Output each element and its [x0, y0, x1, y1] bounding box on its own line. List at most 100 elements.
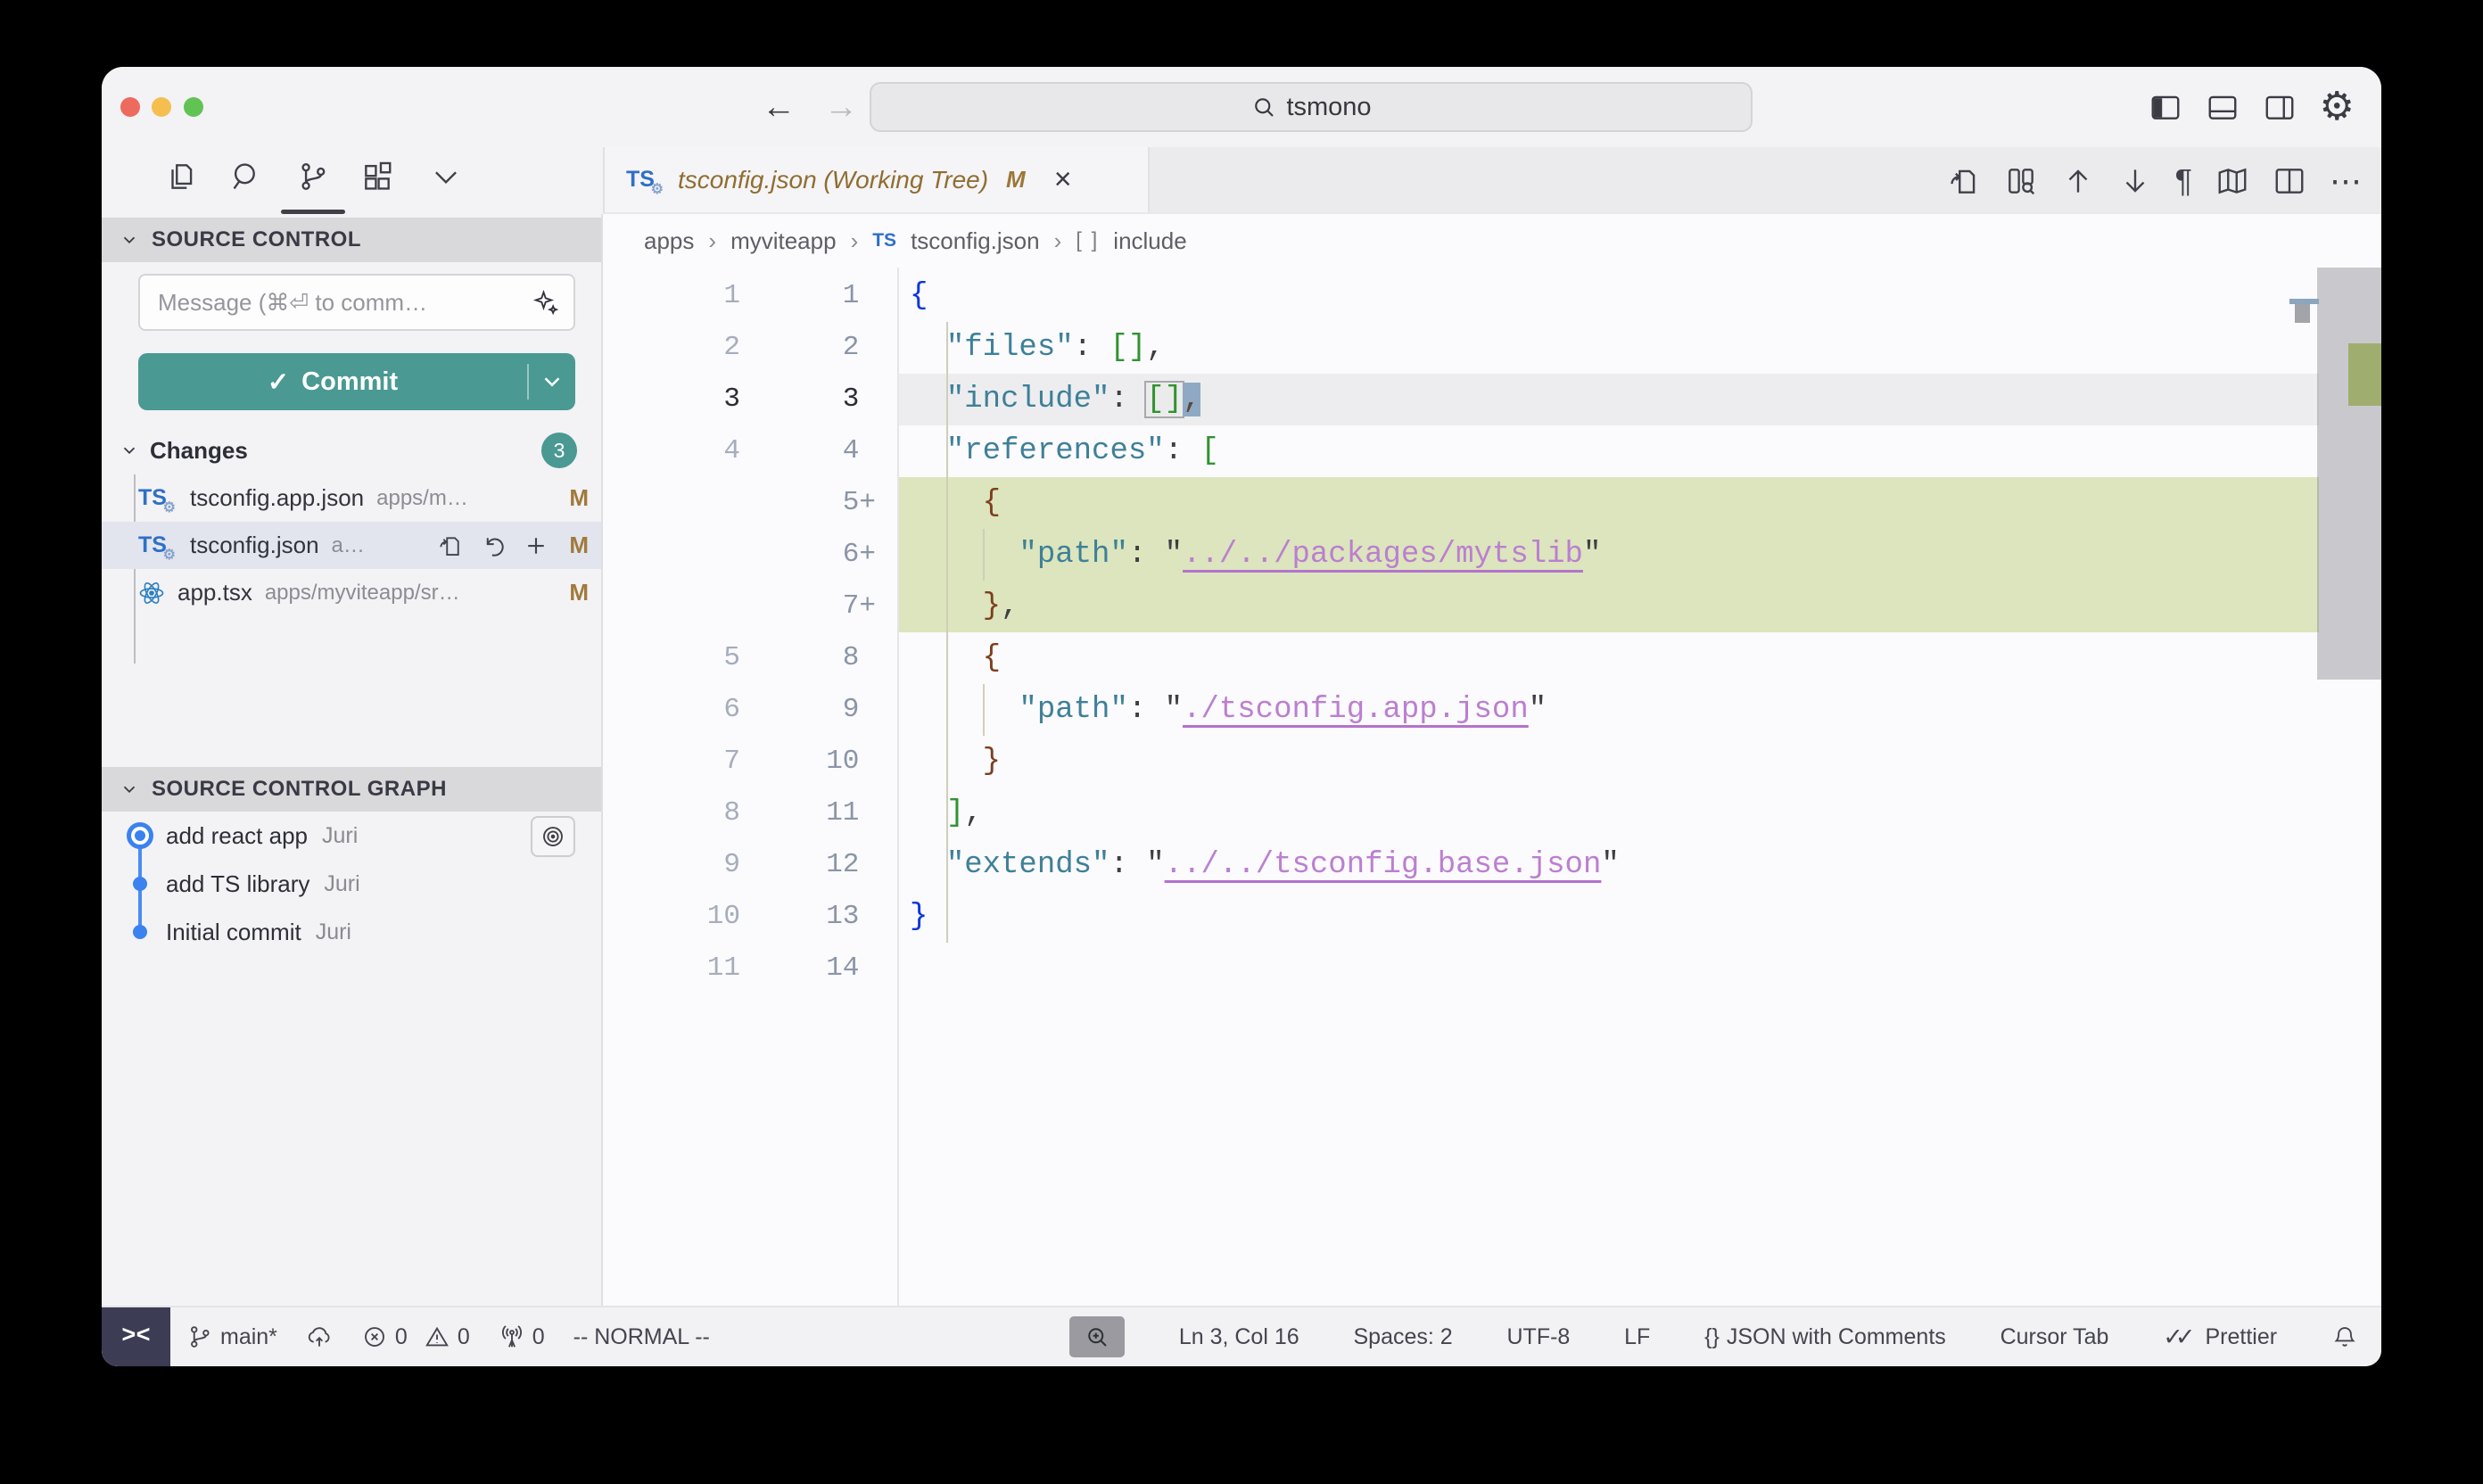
scrollbar-thumb[interactable] [2317, 268, 2381, 680]
code-line[interactable]: 912 "extends": "../../tsconfig.base.json… [603, 839, 2381, 891]
inline-view-icon[interactable] [2004, 164, 2038, 198]
breadcrumb-item-myviteapp[interactable]: myviteapp [730, 227, 837, 255]
code-token: ] [946, 796, 964, 830]
maximize-window-button[interactable] [184, 97, 203, 117]
modified-line-number: 4 [740, 425, 876, 477]
cursor-tab-item[interactable]: Cursor Tab [2000, 1324, 2109, 1350]
problems-status-item[interactable]: 0 0 [361, 1323, 470, 1350]
next-change-arrow-icon[interactable] [2118, 164, 2152, 198]
language-mode-item[interactable]: {}JSON with Comments [1704, 1324, 1946, 1350]
previous-change-arrow-icon[interactable] [2061, 164, 2095, 198]
code-line[interactable]: 1114 [603, 943, 2381, 994]
change-row-app-tsx[interactable]: app.tsx apps/myviteapp/sr… M [102, 569, 601, 616]
code-line-added[interactable]: 6+ "path": "../../packages/mytslib" [603, 529, 2381, 581]
formatter-item[interactable]: ✓✓Prettier [2163, 1323, 2277, 1351]
remote-icon: >< [121, 1323, 150, 1350]
indentation-item[interactable]: Spaces: 2 [1353, 1324, 1452, 1350]
code-line[interactable]: 710 } [603, 736, 2381, 787]
code-token: "files" [946, 331, 1074, 365]
diff-editor[interactable]: 11 { 22 "files": [], 33 "include": [], 4… [603, 268, 2381, 1306]
branch-status-item[interactable]: main* [186, 1323, 277, 1350]
more-views-chevron-icon[interactable] [429, 160, 463, 194]
code-line[interactable]: 58 { [603, 632, 2381, 684]
eol-item[interactable]: LF [1624, 1324, 1650, 1350]
toggle-secondary-sidebar-icon[interactable] [2263, 90, 2297, 124]
more-actions-ellipsis-icon[interactable]: ⋯ [2330, 165, 2362, 197]
code-token [910, 693, 1019, 727]
open-changes-icon[interactable] [1947, 164, 1981, 198]
code-line[interactable]: 44 "references": [ [603, 425, 2381, 477]
chevron-down-icon [539, 368, 565, 395]
commit-dropdown-button[interactable] [529, 368, 575, 395]
commit-row[interactable]: add TS library Juri [102, 860, 601, 908]
source-control-icon[interactable] [296, 160, 330, 194]
encoding-item[interactable]: UTF-8 [1507, 1324, 1571, 1350]
formatter-text: Prettier [2206, 1324, 2278, 1350]
commit-message-input[interactable]: Message (⌘⏎ to comm… [138, 274, 575, 331]
modified-line-number: 7+ [740, 581, 876, 632]
error-count: 0 [395, 1324, 408, 1350]
zoom-in-icon [1084, 1323, 1110, 1350]
vim-mode-indicator[interactable]: -- NORMAL -- [573, 1324, 710, 1350]
code-token: { [983, 641, 1001, 675]
history-forward-button[interactable]: → [824, 67, 858, 147]
commit-message: add react app [166, 822, 308, 850]
code-line[interactable]: 811 ], [603, 787, 2381, 839]
source-control-graph-header[interactable]: SOURCE CONTROL GRAPH [102, 767, 601, 812]
code-line[interactable]: 22 "files": [], [603, 322, 2381, 374]
commit-button[interactable]: ✓Commit [138, 353, 575, 410]
stage-plus-icon[interactable] [523, 532, 549, 559]
changes-section-header[interactable]: Changes [102, 430, 601, 471]
code-line-current[interactable]: 33 "include": [], [603, 374, 2381, 425]
code-token: ../../packages/mytslib [1183, 538, 1583, 572]
commit-author: Juri [324, 871, 359, 897]
settings-gear-icon[interactable]: ⚙ [2320, 90, 2355, 124]
tab-close-icon[interactable]: × [1054, 162, 1072, 197]
breadcrumb-item-apps[interactable]: apps [644, 227, 694, 255]
open-file-icon[interactable] [437, 532, 464, 559]
history-back-button[interactable]: ← [762, 67, 796, 147]
cursor-position-item[interactable]: Ln 3, Col 16 [1179, 1324, 1299, 1350]
split-editor-icon[interactable] [2273, 164, 2306, 198]
encoding-text: UTF-8 [1507, 1324, 1571, 1350]
eol-text: LF [1624, 1324, 1650, 1350]
change-row-tsconfig-app[interactable]: TS⚙ tsconfig.app.json apps/m… M [102, 474, 601, 522]
notifications-item[interactable] [2331, 1323, 2358, 1350]
breadcrumb-item-tsconfig[interactable]: tsconfig.json [911, 227, 1040, 255]
sync-status-item[interactable] [306, 1323, 333, 1350]
commit-row[interactable]: Initial commit Juri [102, 908, 601, 956]
discard-changes-icon[interactable] [480, 532, 507, 559]
change-row-tsconfig-selected[interactable]: TS⚙ tsconfig.json a… M [102, 522, 601, 569]
commit-row[interactable]: add react app Juri [102, 812, 601, 860]
file-path: apps/m… [376, 486, 557, 511]
screencast-zoom-button[interactable] [1069, 1316, 1125, 1357]
tsconfig-file-icon: TS⚙ [626, 167, 665, 193]
close-window-button[interactable] [120, 97, 140, 117]
code-line-added[interactable]: 5+ { [603, 477, 2381, 529]
modified-line-number: 1 [740, 270, 876, 322]
tab-tsconfig-working-tree[interactable]: TS⚙ tsconfig.json (Working Tree) M × [605, 147, 1150, 212]
modified-line-number: 10 [740, 736, 876, 787]
code-line-added[interactable]: 7+ }, [603, 581, 2381, 632]
toggle-primary-sidebar-icon[interactable] [2149, 90, 2182, 124]
extensions-icon[interactable] [360, 160, 394, 194]
source-control-section-header[interactable]: SOURCE CONTROL [102, 218, 601, 262]
search-view-icon[interactable] [229, 160, 263, 194]
command-center-search[interactable]: tsmono [870, 82, 1753, 132]
whitespace-pilcrow-icon[interactable]: ¶ [2175, 165, 2192, 197]
breadcrumb-item-include[interactable]: include [1113, 227, 1186, 255]
commit-author: Juri [316, 919, 351, 945]
ports-status-item[interactable]: 0 [499, 1323, 545, 1350]
goto-current-history-item-button[interactable] [531, 816, 575, 857]
code-line[interactable]: 69 "path": "./tsconfig.app.json" [603, 684, 2381, 736]
branch-name: main* [220, 1324, 277, 1350]
toggle-panel-icon[interactable] [2206, 90, 2240, 124]
code-line[interactable]: 11 { [603, 270, 2381, 322]
commit-label: Commit [301, 367, 398, 397]
remote-indicator-button[interactable]: >< [102, 1307, 170, 1366]
map-icon[interactable] [2215, 164, 2249, 198]
code-line[interactable]: 1013 } [603, 891, 2381, 943]
minimize-window-button[interactable] [152, 97, 171, 117]
sparkle-ai-icon[interactable] [532, 289, 559, 316]
explorer-icon[interactable] [164, 160, 198, 194]
